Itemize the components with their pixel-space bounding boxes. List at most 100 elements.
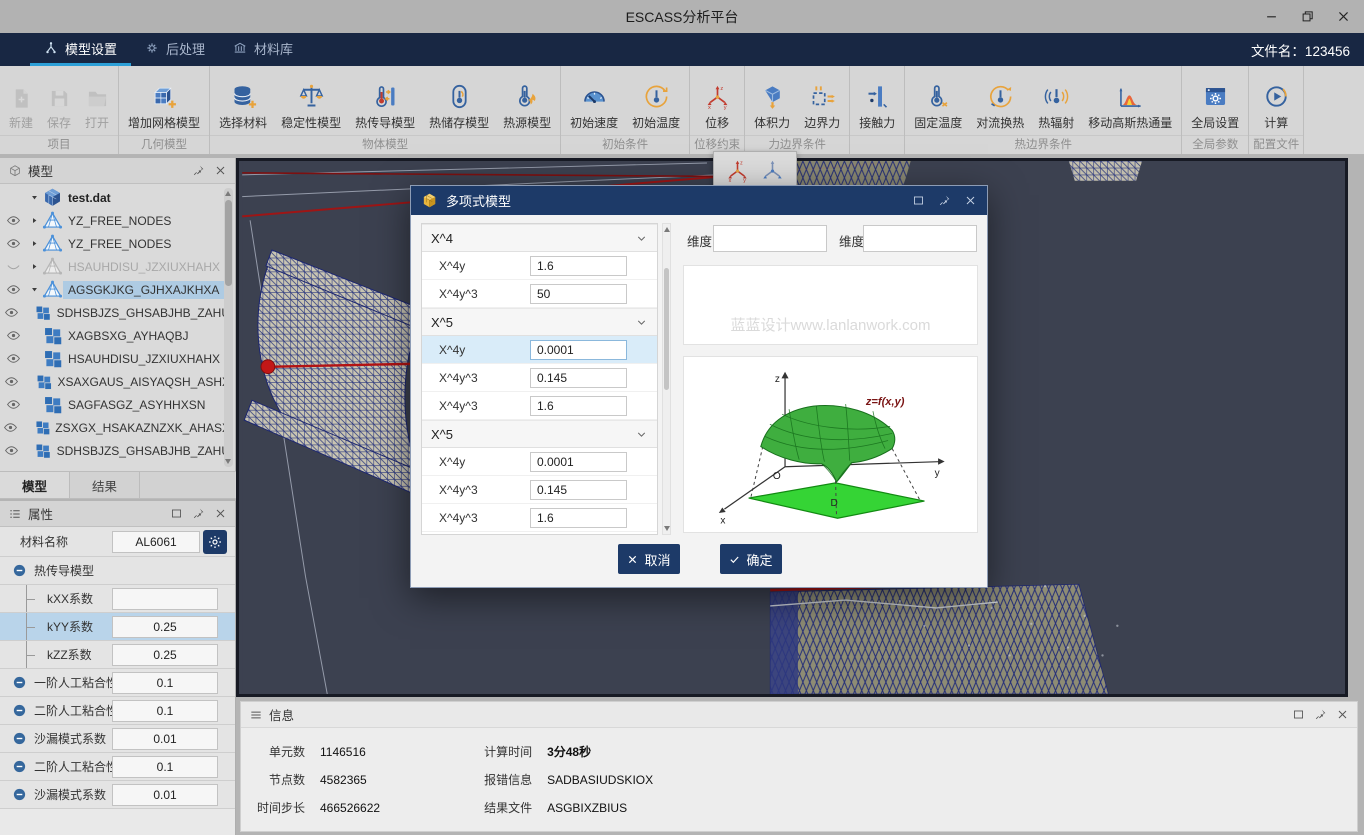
caret-down-icon[interactable] — [27, 193, 42, 202]
add-mesh-model-button[interactable]: 增加网格模型 — [121, 81, 207, 133]
collapse-minus-icon[interactable] — [12, 675, 27, 690]
visibility-toggle[interactable] — [0, 328, 27, 343]
tree-scrollbar[interactable] — [224, 188, 233, 467]
global-settings-button[interactable]: 全局设置 — [1184, 81, 1246, 133]
tree-item[interactable]: SDHSBJZS_GHSABJHB_ZAHU — [0, 439, 235, 462]
term-value-input[interactable] — [530, 508, 627, 528]
tree-item[interactable]: SAGFASGZ_ASYHHXSN — [0, 393, 235, 416]
close-button[interactable] — [1332, 6, 1354, 28]
tree-item[interactable]: XAGBSXG_AYHAQBJ — [0, 324, 235, 347]
tab-post-process[interactable]: 后处理 — [131, 33, 219, 66]
restore-button[interactable] — [1296, 6, 1318, 28]
property-value-input[interactable] — [112, 616, 218, 638]
polynomial-term-row[interactable]: X^4y^3 — [422, 280, 657, 308]
property-value-input[interactable] — [112, 784, 218, 806]
collapse-minus-icon[interactable] — [12, 787, 27, 802]
tab-model-setup[interactable]: 模型设置 — [30, 33, 131, 66]
panel-tab-model[interactable]: 模型 — [0, 472, 70, 498]
dialog-title-bar[interactable]: 多项式模型 — [411, 186, 987, 215]
panel-tab-results[interactable]: 结果 — [70, 472, 140, 498]
heat-source-button[interactable]: 热源模型 — [496, 81, 558, 133]
polynomial-term-row[interactable]: X^4y — [422, 336, 657, 364]
polynomial-term-row[interactable]: X^4y — [422, 252, 657, 280]
pin-icon[interactable] — [192, 507, 205, 520]
property-row[interactable]: 热传导模型 — [0, 557, 235, 585]
term-value-input[interactable] — [530, 256, 627, 276]
material-name-input[interactable] — [112, 531, 200, 553]
caret-right-icon[interactable] — [27, 239, 42, 248]
property-row[interactable]: 一阶人工粘合性 — [0, 669, 235, 697]
maximize-icon[interactable] — [912, 194, 925, 207]
property-row[interactable]: 二阶人工粘合性 — [0, 753, 235, 781]
tree-item[interactable]: ZSXGX_HSAKAZNZXK_AHASX — [0, 416, 235, 439]
dimension-input-2[interactable] — [863, 225, 977, 252]
caret-down-icon[interactable] — [27, 285, 42, 294]
initial-temperature-button[interactable]: 初始温度 — [625, 81, 687, 133]
pin-icon[interactable] — [938, 194, 951, 207]
flyout-displacement-icon[interactable]: zxy — [725, 158, 750, 183]
property-row[interactable]: 沙漏模式系数 — [0, 725, 235, 753]
collapse-minus-icon[interactable] — [12, 731, 27, 746]
dialog-list-scrollbar[interactable] — [662, 223, 671, 535]
compute-button[interactable]: 计算 — [1256, 81, 1297, 133]
maximize-icon[interactable] — [170, 507, 183, 520]
term-value-input[interactable] — [530, 396, 627, 416]
collapse-minus-icon[interactable] — [12, 703, 27, 718]
property-value-input[interactable] — [112, 700, 218, 722]
polynomial-section-header[interactable]: X^5 — [422, 420, 657, 448]
property-value-input[interactable] — [112, 644, 218, 666]
tree-item[interactable]: YZ_FREE_NODES — [0, 209, 235, 232]
visibility-toggle[interactable] — [0, 282, 27, 297]
scroll-down-icon[interactable] — [225, 459, 231, 464]
property-row[interactable]: 沙漏模式系数 — [0, 781, 235, 809]
close-icon[interactable] — [964, 194, 977, 207]
polynomial-term-row[interactable]: X^4y^3 — [422, 504, 657, 532]
pin-icon[interactable] — [192, 164, 205, 177]
tree-item[interactable]: test.dat — [0, 186, 235, 209]
visibility-toggle[interactable] — [0, 305, 22, 320]
scroll-down-icon[interactable] — [664, 526, 670, 531]
pin-icon[interactable] — [1314, 708, 1327, 721]
scrollbar-thumb[interactable] — [225, 200, 232, 286]
tree-item[interactable]: HSAUHDISU_JZXIUXHAHX — [0, 347, 235, 370]
moving-gauss-flux-button[interactable]: 移动高斯热通量 — [1081, 81, 1179, 133]
visibility-toggle[interactable] — [0, 351, 27, 366]
dimension-input-1[interactable] — [713, 225, 827, 252]
scroll-up-icon[interactable] — [225, 191, 231, 196]
fixed-temperature-button[interactable]: 固定温度 — [907, 81, 969, 133]
ok-button[interactable]: 确定 — [720, 544, 782, 574]
contact-force-button[interactable]: 接触力 — [852, 81, 902, 133]
tree-item[interactable]: AGSGKJKG_GJHXAJKHXA — [0, 278, 235, 301]
term-value-input[interactable] — [530, 340, 627, 360]
tree-item[interactable]: HSAUHDISU_JZXIUXHAHX — [0, 255, 235, 278]
visibility-toggle[interactable] — [0, 420, 22, 435]
caret-right-icon[interactable] — [27, 216, 42, 225]
property-row[interactable]: kZZ系数 — [0, 641, 235, 669]
property-row[interactable]: kXX系数 — [0, 585, 235, 613]
polynomial-section-header[interactable]: X^4 — [422, 224, 657, 252]
boundary-force-button[interactable]: 边界力 — [797, 81, 847, 133]
term-value-input[interactable] — [530, 452, 627, 472]
term-value-input[interactable] — [530, 284, 627, 304]
collapse-minus-icon[interactable] — [12, 759, 27, 774]
scroll-up-icon[interactable] — [664, 227, 670, 232]
collapse-minus-icon[interactable] — [12, 563, 27, 578]
visibility-toggle[interactable] — [0, 397, 27, 412]
property-row[interactable]: kYY系数 — [0, 613, 235, 641]
select-material-button[interactable]: 选择材料 — [212, 81, 274, 133]
visibility-toggle[interactable] — [0, 443, 22, 458]
close-icon[interactable] — [214, 507, 227, 520]
heat-conduction-button[interactable]: 热传导模型 — [348, 81, 422, 133]
flyout-displacement-blue-icon[interactable] — [760, 158, 785, 183]
tree-item[interactable]: SDHSBJZS_GHSABJHB_ZAHU — [0, 301, 235, 324]
visibility-toggle[interactable] — [0, 374, 23, 389]
polynomial-term-row[interactable]: X^4y^3 — [422, 476, 657, 504]
property-value-input[interactable] — [112, 728, 218, 750]
property-row[interactable]: 二阶人工粘合性 — [0, 697, 235, 725]
tab-material-library[interactable]: 材料库 — [219, 33, 307, 66]
polynomial-term-row[interactable]: X^4y^3 — [422, 392, 657, 420]
term-value-input[interactable] — [530, 480, 627, 500]
heat-storage-button[interactable]: 热储存模型 — [422, 81, 496, 133]
property-value-input[interactable] — [112, 588, 218, 610]
cancel-button[interactable]: 取消 — [618, 544, 680, 574]
